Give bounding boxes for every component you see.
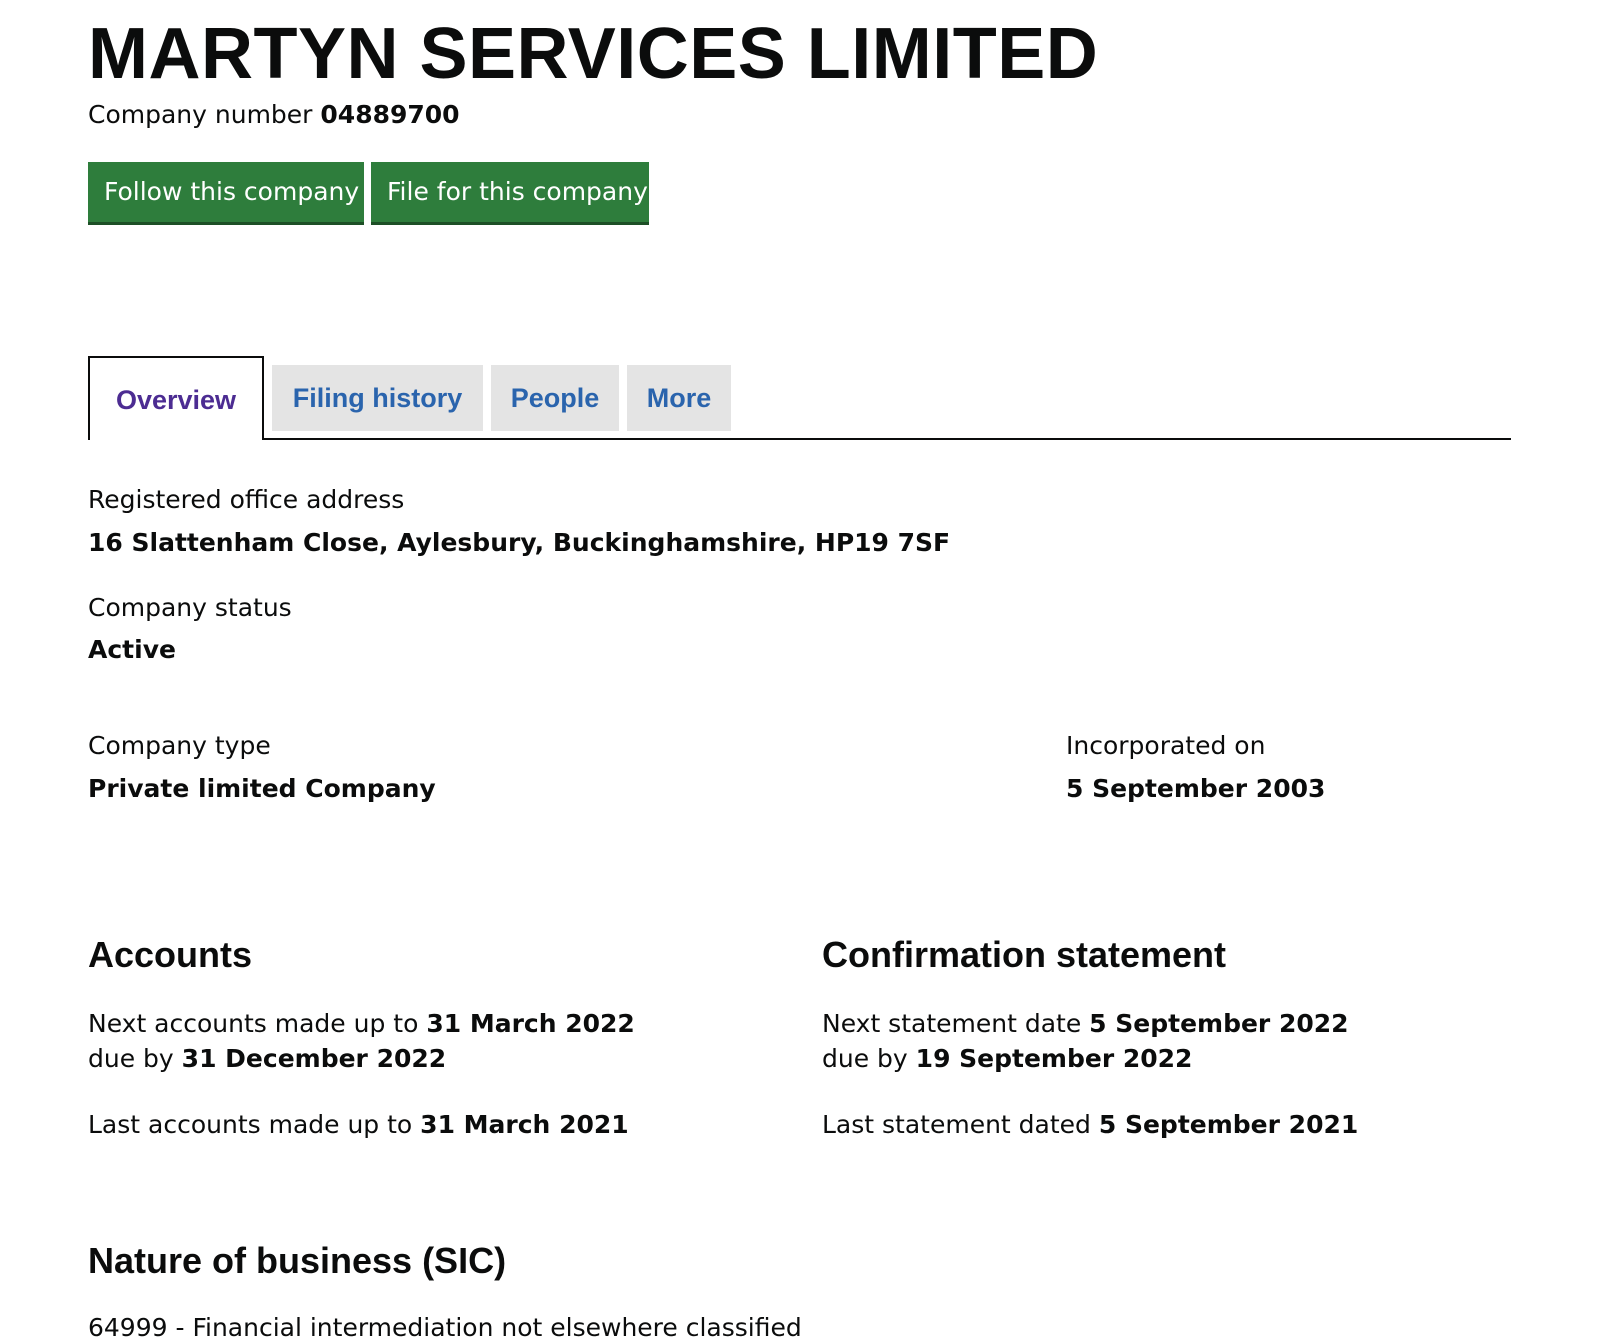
company-type-value: Private limited Company <box>88 774 436 803</box>
confirmation-next-prefix: Next statement date <box>822 1009 1082 1038</box>
company-type-label: Company type <box>88 731 271 760</box>
tab-more[interactable]: More <box>627 365 731 431</box>
accounts-last: Last accounts made up to 31 March 2021 <box>88 1109 629 1141</box>
follow-company-button[interactable]: Follow this company <box>88 162 364 222</box>
tab-people[interactable]: People <box>491 365 619 431</box>
confirmation-last-date: 5 September 2021 <box>1098 1110 1359 1139</box>
accounts-next-prefix: Next accounts made up to <box>88 1009 419 1038</box>
confirmation-heading: Confirmation statement <box>822 934 1227 975</box>
confirmation-last: Last statement dated 5 September 2021 <box>822 1109 1358 1141</box>
confirmation-next: Next statement date 5 September 2022 <box>822 1008 1349 1040</box>
accounts-heading: Accounts <box>88 934 253 975</box>
tabs-divider <box>88 438 1511 440</box>
company-number: Company number 04889700 <box>88 98 460 132</box>
tab-overview[interactable]: Overview <box>88 356 264 440</box>
confirmation-last-prefix: Last statement dated <box>822 1110 1091 1139</box>
company-number-label: Company number <box>88 100 313 129</box>
accounts-due-date: 31 December 2022 <box>181 1044 447 1073</box>
accounts-last-date: 31 March 2021 <box>420 1110 629 1139</box>
registered-address-value: 16 Slattenham Close, Aylesbury, Buckingh… <box>88 528 951 557</box>
company-status-value: Active <box>88 635 176 664</box>
accounts-next-date: 31 March 2022 <box>426 1009 635 1038</box>
incorporated-on-label: Incorporated on <box>1066 731 1266 760</box>
company-number-value: 04889700 <box>320 100 460 129</box>
incorporated-on-value: 5 September 2003 <box>1066 774 1326 803</box>
tab-filing-history[interactable]: Filing history <box>272 365 483 431</box>
confirmation-due-date: 19 September 2022 <box>915 1044 1193 1073</box>
registered-address-label: Registered office address <box>88 485 405 514</box>
confirmation-due-prefix: due by <box>822 1044 908 1073</box>
accounts-last-prefix: Last accounts made up to <box>88 1110 413 1139</box>
company-status-label: Company status <box>88 593 292 622</box>
company-name: MARTYN SERVICES LIMITED <box>88 14 1099 94</box>
file-for-company-button[interactable]: File for this company <box>371 162 649 222</box>
accounts-due-prefix: due by <box>88 1044 174 1073</box>
confirmation-due: due by 19 September 2022 <box>822 1043 1192 1075</box>
confirmation-next-date: 5 September 2022 <box>1089 1009 1349 1038</box>
accounts-due: due by 31 December 2022 <box>88 1043 446 1075</box>
sic-entry: 64999 - Financial intermediation not els… <box>88 1313 802 1342</box>
accounts-next: Next accounts made up to 31 March 2022 <box>88 1008 635 1040</box>
sic-heading: Nature of business (SIC) <box>88 1240 507 1281</box>
